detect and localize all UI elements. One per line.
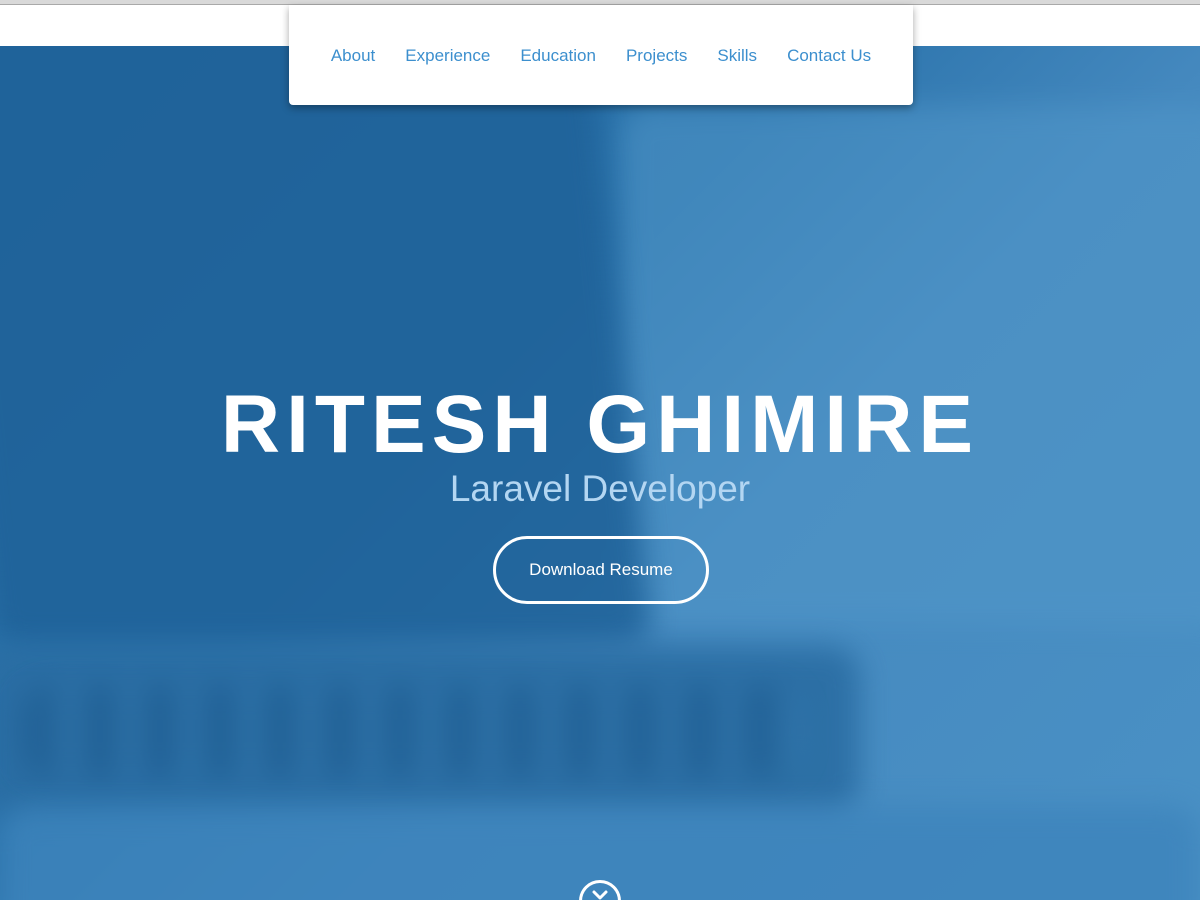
download-resume-button[interactable]: Download Resume — [493, 536, 709, 604]
scroll-down-button[interactable] — [579, 880, 621, 922]
hero-name: RITESH GHIMIRE — [220, 379, 980, 470]
nav-link-contact-us[interactable]: Contact Us — [787, 47, 871, 64]
hero-background-image — [620, 106, 1200, 626]
hero-background-laptop-keys — [20, 686, 800, 776]
nav-link-education[interactable]: Education — [520, 47, 596, 64]
chevron-down-icon — [592, 890, 608, 900]
nav-link-experience[interactable]: Experience — [405, 47, 490, 64]
nav-link-projects[interactable]: Projects — [626, 47, 687, 64]
nav-link-about[interactable]: About — [331, 47, 375, 64]
main-navbar: About Experience Education Projects Skil… — [289, 5, 913, 105]
nav-link-skills[interactable]: Skills — [717, 47, 757, 64]
download-resume-label: Download Resume — [529, 560, 673, 579]
hero-role: Laravel Developer — [449, 468, 751, 509]
